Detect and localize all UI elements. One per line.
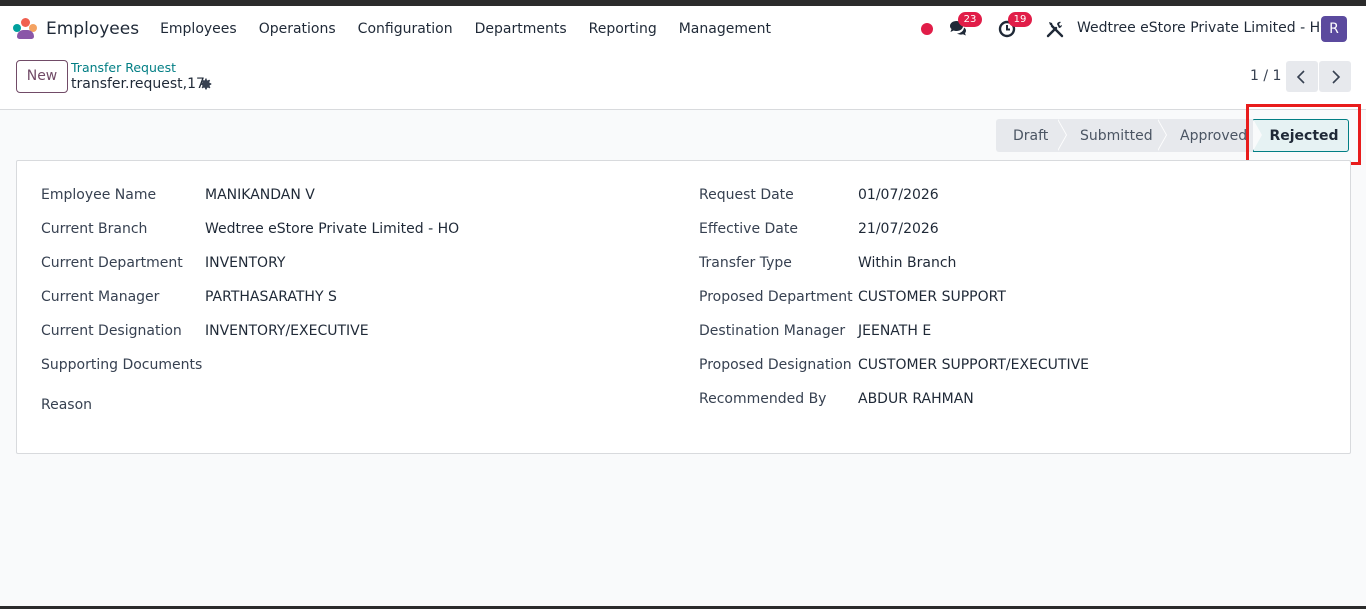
value-current-branch[interactable]: Wedtree eStore Private Limited - HO — [205, 221, 459, 237]
value-current-manager[interactable]: PARTHASARATHY S — [205, 289, 337, 305]
value-destination-manager[interactable]: JEENATH E — [858, 323, 931, 339]
pager-value[interactable]: 1 / 1 — [1250, 68, 1281, 84]
tools-icon — [1046, 21, 1064, 38]
app-name[interactable]: Employees — [46, 19, 139, 39]
menu-reporting[interactable]: Reporting — [589, 21, 657, 37]
label-transfer-type: Transfer Type — [699, 255, 792, 271]
label-proposed-department: Proposed Department — [699, 289, 853, 305]
value-request-date[interactable]: 01/07/2026 — [858, 187, 939, 203]
value-proposed-designation[interactable]: CUSTOMER SUPPORT/EXECUTIVE — [858, 357, 1089, 373]
recording-indicator[interactable] — [921, 23, 933, 35]
chevron-left-icon — [1296, 69, 1305, 84]
menu-operations[interactable]: Operations — [259, 21, 336, 37]
messages-count-badge: 23 — [958, 12, 982, 27]
stage-approved-label: Approved — [1180, 127, 1248, 144]
label-supporting-documents: Supporting Documents — [41, 357, 203, 373]
control-panel: New Transfer Request transfer.request,17… — [0, 52, 1366, 110]
value-recommended-by[interactable]: ABDUR RAHMAN — [858, 391, 974, 407]
label-recommended-by: Recommended By — [699, 391, 827, 407]
menu-departments[interactable]: Departments — [475, 21, 567, 37]
label-current-manager: Current Manager — [41, 289, 160, 305]
app-brand[interactable]: Employees — [12, 18, 160, 40]
label-current-designation: Current Designation — [41, 323, 182, 339]
activities-count-badge: 19 — [1008, 12, 1032, 27]
stage-approved[interactable]: Approved — [1157, 119, 1253, 152]
chevron-right-icon — [1332, 69, 1341, 84]
stage-submitted[interactable]: Submitted — [1057, 119, 1167, 152]
record-name: transfer.request,17 — [71, 76, 205, 92]
annotation-highlight-box — [1246, 104, 1361, 165]
label-proposed-designation: Proposed Designation — [699, 357, 852, 373]
value-transfer-type[interactable]: Within Branch — [858, 255, 956, 271]
menu-management[interactable]: Management — [679, 21, 771, 37]
stage-draft[interactable]: Draft — [996, 119, 1067, 152]
label-destination-manager: Destination Manager — [699, 323, 846, 339]
value-effective-date[interactable]: 21/07/2026 — [858, 221, 939, 237]
new-button[interactable]: New — [16, 60, 68, 93]
activities-button[interactable]: 19 — [998, 12, 1032, 40]
value-employee-name[interactable]: MANIKANDAN V — [205, 187, 315, 203]
stage-submitted-label: Submitted — [1080, 127, 1153, 144]
value-proposed-department[interactable]: CUSTOMER SUPPORT — [858, 289, 1006, 305]
app-logo-icon — [12, 18, 38, 40]
form-sheet: Employee Name MANIKANDAN V Current Branc… — [16, 160, 1351, 454]
stage-draft-label: Draft — [1013, 127, 1049, 144]
pager-previous-button[interactable] — [1286, 61, 1318, 92]
messages-button[interactable]: 23 — [948, 12, 982, 40]
label-employee-name: Employee Name — [41, 187, 157, 203]
company-switcher[interactable]: Wedtree eStore Private Limited - HO — [1077, 20, 1331, 36]
value-current-designation[interactable]: INVENTORY/EXECUTIVE — [205, 323, 369, 339]
breadcrumb-transfer-request[interactable]: Transfer Request — [71, 60, 176, 75]
menu-employees[interactable]: Employees — [160, 21, 237, 37]
status-bar: Draft Submitted Approved — [996, 119, 1253, 152]
gear-icon[interactable] — [199, 77, 213, 91]
label-current-branch: Current Branch — [41, 221, 148, 237]
label-reason: Reason — [41, 397, 93, 413]
pager-next-button[interactable] — [1319, 61, 1351, 92]
value-current-department[interactable]: INVENTORY — [205, 255, 285, 271]
user-avatar[interactable]: R — [1321, 16, 1347, 42]
debug-tools-button[interactable] — [1046, 20, 1070, 42]
menu-configuration[interactable]: Configuration — [358, 21, 453, 37]
label-request-date: Request Date — [699, 187, 794, 203]
label-current-department: Current Department — [41, 255, 183, 271]
label-effective-date: Effective Date — [699, 221, 798, 237]
main-navbar: Employees Employees Operations Configura… — [0, 6, 1366, 52]
